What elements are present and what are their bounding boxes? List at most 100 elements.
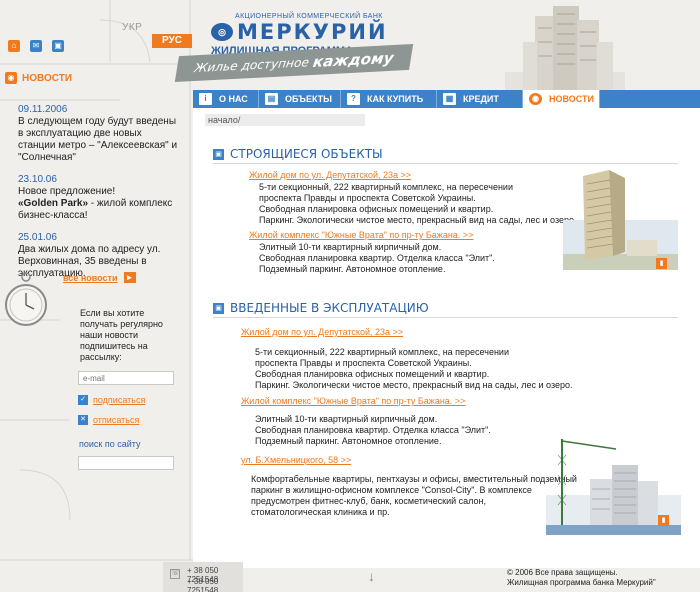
slogan-emph: каждому — [311, 48, 395, 72]
section-under-construction: ▣ СТРОЯЩИЕСЯ ОБЪЕКТЫ — [213, 147, 383, 161]
news-date: 23.10.06 — [18, 174, 57, 185]
desc-line: Свободная планировка квартир. Отделка кл… — [255, 425, 491, 435]
all-news-link[interactable]: все новости ► — [63, 272, 136, 283]
object-link[interactable]: Жилой дом по ул. Депутатской, 23а >> — [249, 170, 411, 180]
news-icon: ◉ — [5, 72, 17, 84]
phone-number: + 38 050 7251548 — [187, 577, 219, 592]
object-description: 5-ти секционный, 222 квартирный комплекс… — [259, 182, 577, 226]
desc-line: Подземный паркинг. Автономное отопление. — [255, 436, 442, 446]
footer-phone-block: ☏ + 38 050 7251548 + 38 050 7251548 — [163, 562, 243, 592]
copyright-line: © 2006 Все права защищены. — [507, 568, 618, 577]
desc-line: Свободная планировка офисных помещений и… — [255, 369, 490, 379]
desc-line: проспекта Правды и проспекта Советской У… — [259, 193, 476, 203]
mail-icon[interactable]: ✉ — [30, 40, 42, 52]
subscribe-text: Если вы хотите получать регулярно наши н… — [80, 308, 163, 362]
nav-item-credit[interactable]: ▦ КРЕДИТ — [437, 90, 523, 108]
object-description: 5-ти секционный, 222 квартирный комплекс… — [255, 347, 573, 391]
email-input[interactable] — [78, 371, 174, 385]
lang-ukr-link[interactable]: УКР — [122, 22, 142, 33]
home-icon[interactable]: ⌂ — [8, 40, 20, 52]
desc-line: 5-ти секционный, 222 квартирный комплекс… — [255, 347, 509, 357]
news-icon: ◉ — [529, 93, 542, 105]
news-header-label: НОВОСТИ — [22, 72, 73, 84]
nav-label: ОБЪЕКТЫ — [285, 94, 332, 104]
check-icon: ✓ — [78, 395, 88, 405]
news-date: 09.11.2006 — [18, 104, 68, 115]
section-icon: ▣ — [213, 148, 224, 160]
breadcrumb[interactable]: начало/ — [205, 114, 365, 126]
tower-building-image — [505, 6, 625, 98]
arrow-down-icon[interactable]: ↓ — [368, 568, 375, 584]
nav-label: КРЕДИТ — [463, 94, 499, 104]
object-link[interactable]: Жилой дом по ул. Депутатской, 23а >> — [241, 327, 403, 337]
chart-icon[interactable]: ▮ — [658, 515, 669, 526]
nav-item-how-to-buy[interactable]: ? КАК КУПИТЬ — [341, 90, 437, 108]
news-text-pre: Новое предложение! — [18, 186, 116, 197]
desc-line: Подземный паркинг. Автономное отопление. — [259, 264, 446, 274]
question-icon: ? — [347, 93, 360, 105]
copyright-line: Жилищная программа банка Меркурий" — [507, 578, 656, 587]
object-link[interactable]: ул. Б.Хмельницкого, 58 >> — [241, 455, 351, 465]
section-icon: ▣ — [213, 302, 224, 314]
objects-icon: ▤ — [265, 93, 278, 105]
news-header[interactable]: ◉ НОВОСТИ — [5, 70, 80, 86]
desc-line: Паркинг. Экологически чистое место, прек… — [259, 215, 577, 225]
arrow-right-icon[interactable]: ► — [123, 272, 136, 283]
all-news-label[interactable]: все новости — [63, 273, 118, 283]
news-text-bold: «Golden Park» — [18, 198, 89, 209]
top-icons: ⌂ ✉ ▣ — [8, 40, 64, 52]
unsubscribe-action[interactable]: ✕ отписаться — [78, 415, 177, 425]
news-item[interactable]: 23.10.06 Новое предложение! «Golden Park»… — [18, 174, 178, 222]
chart-icon[interactable]: ▮ — [656, 258, 667, 269]
nav-item-news[interactable]: ◉ НОВОСТИ — [523, 90, 600, 108]
desc-line: 5-ти секционный, 222 квартирный комплекс… — [259, 182, 513, 192]
search-label: поиск по сайту — [79, 439, 141, 449]
news-item[interactable]: 09.11.2006 В следующем году будут введен… — [18, 104, 178, 164]
nav-label: КАК КУПИТЬ — [367, 94, 424, 104]
main-nav: i О НАС ▤ ОБЪЕКТЫ ? КАК КУПИТЬ ▦ КРЕДИТ … — [193, 90, 700, 108]
slogan-prefix: Жилье доступное — [193, 55, 311, 76]
desc-line: предусмотрен фитнес-клуб, банк, косметич… — [251, 496, 486, 506]
logo-mark-icon: ◎ — [211, 23, 233, 41]
search-input[interactable] — [78, 456, 174, 470]
desc-line: Элитный 10-ти квартирный кирпичный дом. — [259, 242, 442, 252]
logo-subtitle: АКЦИОНЕРНЫЙ КОММЕРЧЕСКИЙ БАНК — [235, 13, 383, 20]
object-link[interactable]: Жилой комплекс "Южные Врата" по пр-ту Ба… — [249, 230, 473, 240]
desc-line: Элитный 10-ти квартирный кирпичный дом. — [255, 414, 438, 424]
subscribe-action[interactable]: ✓ подписаться — [78, 395, 177, 405]
section-completed: ▣ ВВЕДЕННЫЕ В ЭКСПЛУАТАЦИЮ — [213, 301, 429, 315]
logo-name: МЕРКУРИЙ — [237, 20, 388, 44]
info-icon: i — [199, 93, 212, 105]
subscribe-panel: Если вы хотите получать регулярно наши н… — [72, 308, 177, 425]
news-list: 09.11.2006 В следующем году будут введен… — [18, 104, 178, 290]
unsubscribe-link[interactable]: отписаться — [93, 415, 139, 425]
desc-line: Свободная планировка офисных помещений и… — [259, 204, 494, 214]
desc-line: Паркинг. Экологически чистое место, прек… — [255, 380, 573, 390]
news-date: 25.01.06 — [18, 232, 57, 243]
main-content: i О НАС ▤ ОБЪЕКТЫ ? КАК КУПИТЬ ▦ КРЕДИТ … — [193, 90, 700, 568]
news-text: В следующем году будут введены в эксплуа… — [18, 116, 178, 163]
copyright: © 2006 Все права защищены. Жилищная прог… — [507, 568, 697, 588]
credit-icon: ▦ — [443, 93, 456, 105]
section-title: ВВЕДЕННЫЕ В ЭКСПЛУАТАЦИЮ — [230, 301, 429, 315]
cross-icon: ✕ — [78, 415, 88, 425]
desc-line: Свободная планировка квартир. Отделка кл… — [259, 253, 495, 263]
left-sidebar: ◉ НОВОСТИ 09.11.2006 В следующем году бу… — [0, 64, 190, 592]
desc-line: проспекта Правды и проспекта Советской У… — [255, 358, 472, 368]
news-text: Новое предложение! «Golden Park» - жилой … — [18, 186, 178, 222]
object-description: Элитный 10-ти квартирный кирпичный дом. … — [255, 414, 491, 447]
object-link[interactable]: Жилой комплекс "Южные Врата" по пр-ту Ба… — [241, 396, 465, 406]
lang-rus-button[interactable]: РУС — [152, 34, 192, 48]
section-title: СТРОЯЩИЕСЯ ОБЪЕКТЫ — [230, 147, 383, 161]
nav-item-about[interactable]: i О НАС — [193, 90, 259, 108]
nav-label: НОВОСТИ — [549, 94, 595, 104]
pocket-watch-image — [5, 272, 47, 326]
object-description: Элитный 10-ти квартирный кирпичный дом. … — [259, 242, 495, 275]
desc-line: паркинг в жилищно-офисном комплексе "Con… — [251, 485, 532, 495]
desc-line: Комфортабельные квартиры, пентхаузы и оф… — [251, 474, 577, 484]
subscribe-link[interactable]: подписаться — [93, 395, 145, 405]
phone-icon: ☏ — [170, 569, 180, 579]
sitemap-icon[interactable]: ▣ — [52, 40, 64, 52]
desc-line: стоматологическая клиника и пр. — [251, 507, 390, 517]
nav-item-objects[interactable]: ▤ ОБЪЕКТЫ — [259, 90, 341, 108]
